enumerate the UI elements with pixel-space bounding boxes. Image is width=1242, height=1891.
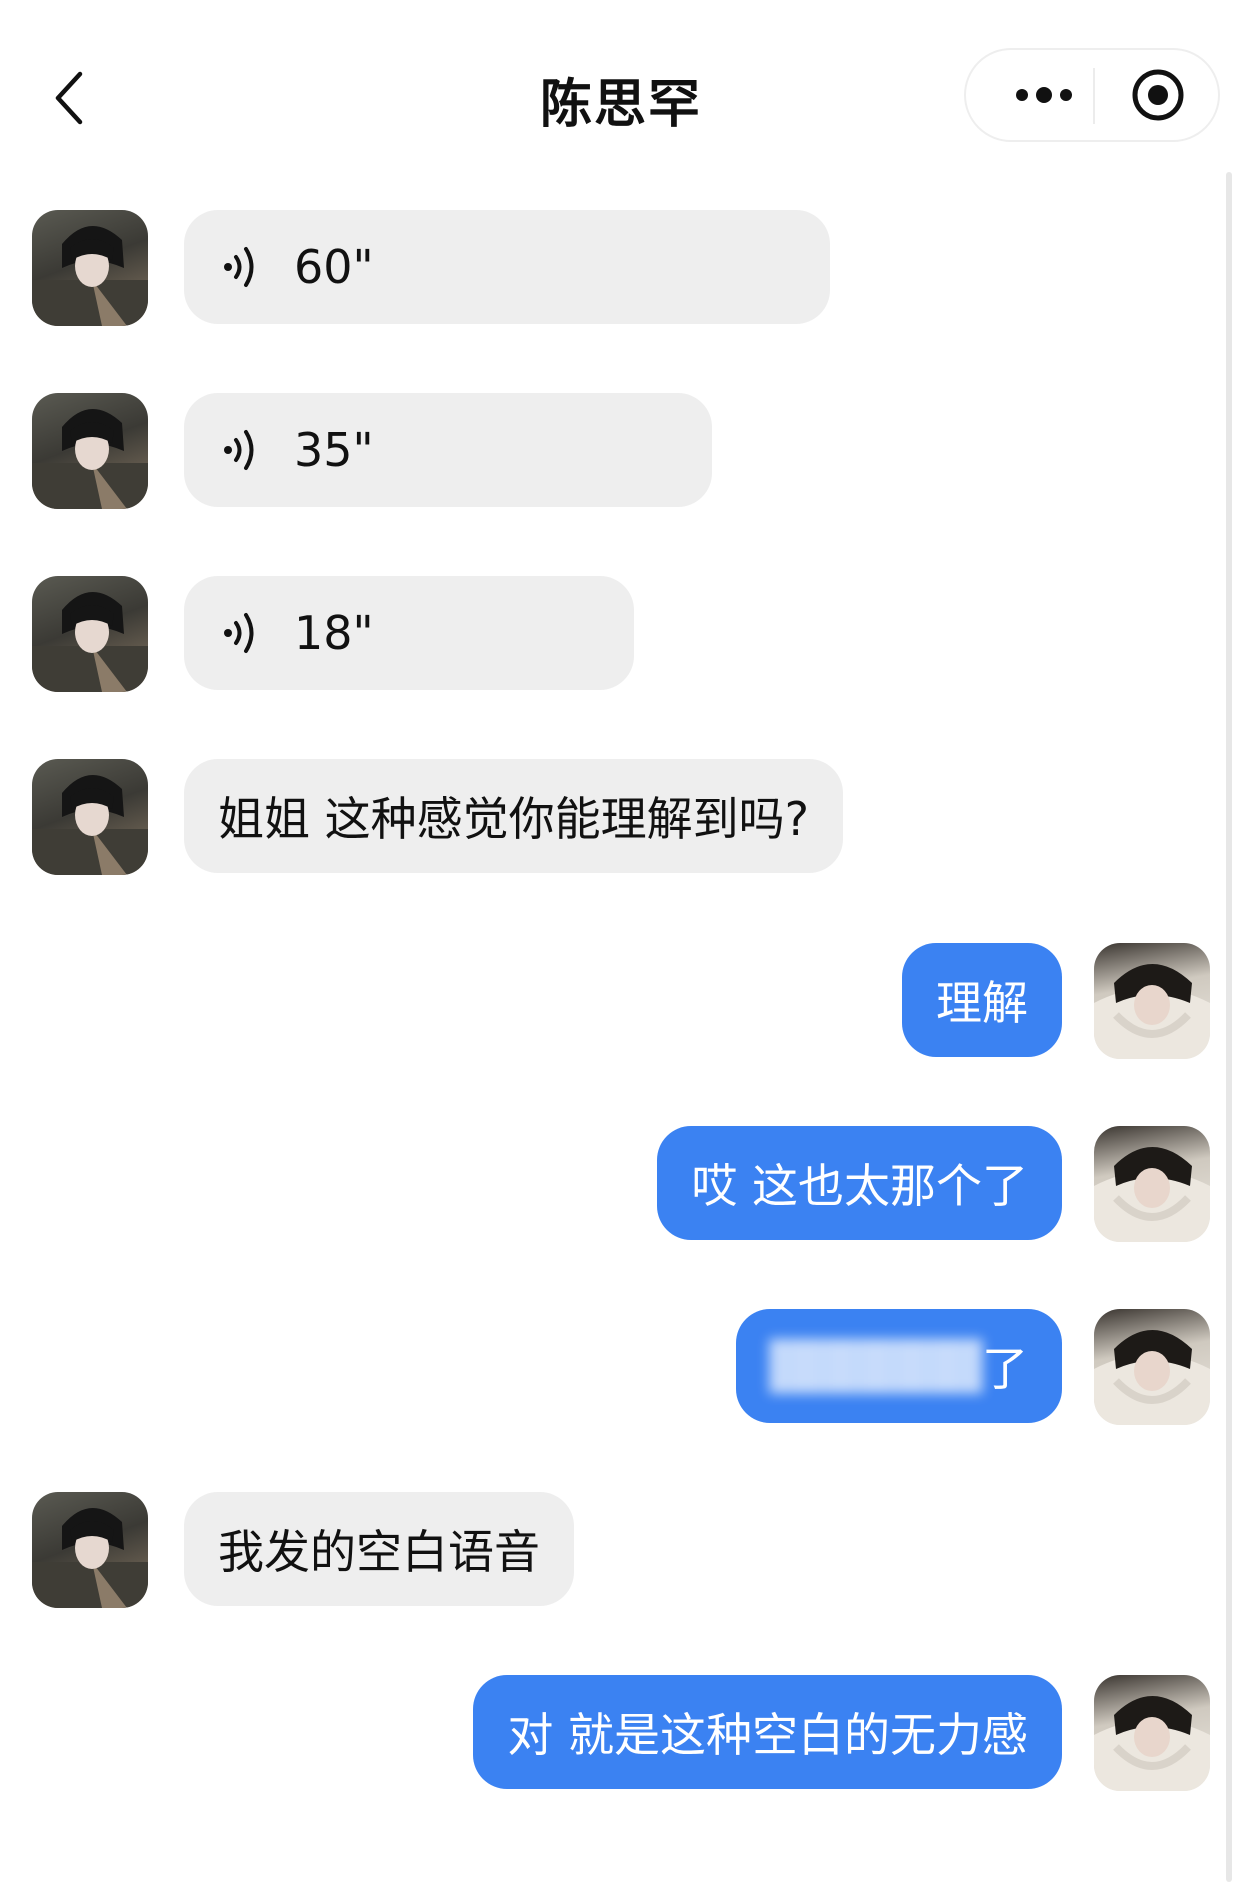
contact-avatar[interactable] <box>32 576 148 692</box>
voice-message-bubble[interactable]: 35" <box>184 393 712 507</box>
message-row: 理解 <box>0 943 1242 1059</box>
text-message-bubble[interactable]: 理解 <box>902 943 1062 1057</box>
target-icon <box>1132 69 1184 121</box>
text-message-bubble[interactable]: 我发的空白语音 <box>184 1492 574 1606</box>
message-row: 我发的空白语音 <box>0 1492 1242 1608</box>
chat-header: 陈思罕 <box>0 0 1242 190</box>
close-button[interactable] <box>1116 50 1200 140</box>
text-message-bubble[interactable]: 姐姐 这种感觉你能理解到吗? <box>184 759 844 873</box>
voice-icon <box>224 430 254 470</box>
message-text: 我发的空白语音 <box>218 1525 540 1579</box>
voice-icon <box>224 247 254 287</box>
voice-duration: 35" <box>294 423 374 477</box>
message-text: 理解 <box>936 976 1028 1030</box>
avatar-image <box>32 591 148 692</box>
contact-avatar[interactable] <box>32 1492 148 1608</box>
message-text: 对 就是这种空白的无力感 <box>507 1708 1028 1762</box>
message-row: 18" <box>0 576 1242 692</box>
voice-message-bubble[interactable]: 60" <box>184 210 830 324</box>
text-message-bubble[interactable]: 哎 这也太那个了 <box>657 1126 1062 1240</box>
blurred-text: ██████ <box>769 1339 982 1393</box>
message-row: 姐姐 这种感觉你能理解到吗? <box>0 759 1242 875</box>
message-row: 60" <box>0 210 1242 326</box>
message-row: ██████ 了 <box>0 1309 1242 1425</box>
my-avatar[interactable] <box>1094 1309 1210 1425</box>
voice-duration: 60" <box>294 240 374 294</box>
more-button[interactable] <box>996 50 1092 140</box>
contact-avatar[interactable] <box>32 393 148 509</box>
voice-duration: 18" <box>294 606 374 660</box>
contact-avatar[interactable] <box>32 759 148 875</box>
avatar-image <box>32 1507 148 1608</box>
text-message-bubble[interactable]: 对 就是这种空白的无力感 <box>473 1675 1062 1789</box>
voice-icon <box>224 613 254 653</box>
avatar-image <box>1094 964 1210 1059</box>
avatar-image <box>1094 1330 1210 1425</box>
text-message-bubble[interactable]: ██████ 了 <box>735 1309 1062 1423</box>
capsule-divider <box>1093 68 1095 124</box>
my-avatar[interactable] <box>1094 943 1210 1059</box>
voice-message-bubble[interactable]: 18" <box>184 576 634 690</box>
avatar-image <box>1094 1696 1210 1791</box>
message-text: 哎 这也太那个了 <box>691 1159 1028 1213</box>
message-row: 哎 这也太那个了 <box>0 1126 1242 1242</box>
my-avatar[interactable] <box>1094 1126 1210 1242</box>
avatar-image <box>32 774 148 875</box>
message-text: 了 <box>982 1342 1028 1396</box>
message-row: 35" <box>0 393 1242 509</box>
my-avatar[interactable] <box>1094 1675 1210 1791</box>
message-text: 姐姐 这种感觉你能理解到吗? <box>218 792 810 846</box>
avatar-image <box>1094 1147 1210 1242</box>
mini-program-capsule <box>964 48 1220 142</box>
more-dots-icon <box>1016 87 1072 103</box>
contact-avatar[interactable] <box>32 210 148 326</box>
message-row: 对 就是这种空白的无力感 <box>0 1675 1242 1791</box>
avatar-image <box>32 225 148 326</box>
avatar-image <box>32 408 148 509</box>
